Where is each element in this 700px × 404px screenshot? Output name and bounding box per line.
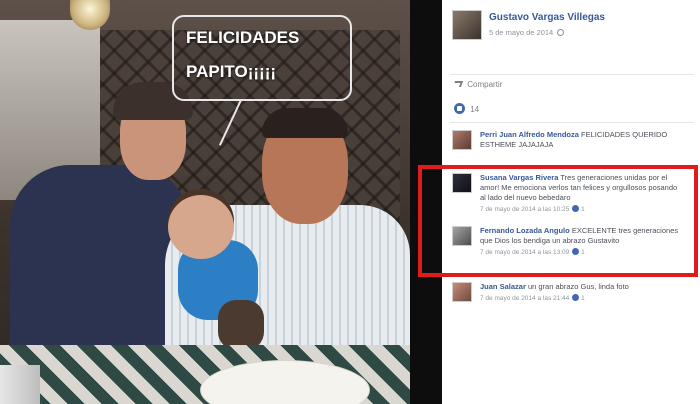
like-count-text: 14 — [470, 105, 480, 114]
baby-legs — [218, 300, 264, 350]
author-name-link[interactable]: Gustavo Vargas Villegas — [489, 12, 605, 23]
baby-face — [168, 195, 234, 259]
likes-count[interactable]: 14 — [454, 103, 479, 114]
commenter-avatar[interactable] — [452, 130, 472, 150]
share-button[interactable]: Compartir — [452, 80, 503, 89]
share-label: Compartir — [467, 80, 503, 89]
young-man — [10, 165, 190, 355]
red-highlight-box — [418, 165, 698, 277]
globe-icon — [557, 29, 565, 36]
comment-meta: 7 de mayo de 2014 a las 21:44 1 — [480, 294, 685, 304]
comment-timestamp[interactable]: 7 de mayo de 2014 a las 21:44 — [480, 295, 569, 302]
share-icon — [452, 81, 464, 87]
speech-bubble-text-line1: FELICIDADES — [186, 28, 300, 47]
separator — [450, 74, 694, 75]
comment-like-count[interactable]: 1 — [581, 295, 585, 302]
like-icon — [454, 103, 465, 114]
post-date-text: 5 de mayo de 2014 — [489, 28, 554, 37]
post-date[interactable]: 5 de mayo de 2014 — [489, 28, 565, 37]
comment-text: un gran abrazo Gus, linda foto — [527, 282, 629, 291]
speech-bubble-text-line2: PAPITO¡¡¡¡¡ — [186, 62, 277, 81]
older-man-hair — [262, 108, 348, 138]
comment-body: Perri Juan Alfredo Mendoza FELICIDADES Q… — [480, 130, 685, 150]
comment-body: Juan Salazar un gran abrazo Gus, linda f… — [480, 282, 685, 304]
author-avatar[interactable] — [452, 10, 482, 40]
comment-like-icon — [572, 294, 580, 301]
commenter-name[interactable]: Juan Salazar — [480, 282, 526, 291]
commenter-avatar[interactable] — [452, 282, 472, 302]
separator — [450, 122, 694, 123]
commenter-name[interactable]: Perri Juan Alfredo Mendoza — [480, 130, 579, 139]
photo-glass — [0, 365, 40, 404]
